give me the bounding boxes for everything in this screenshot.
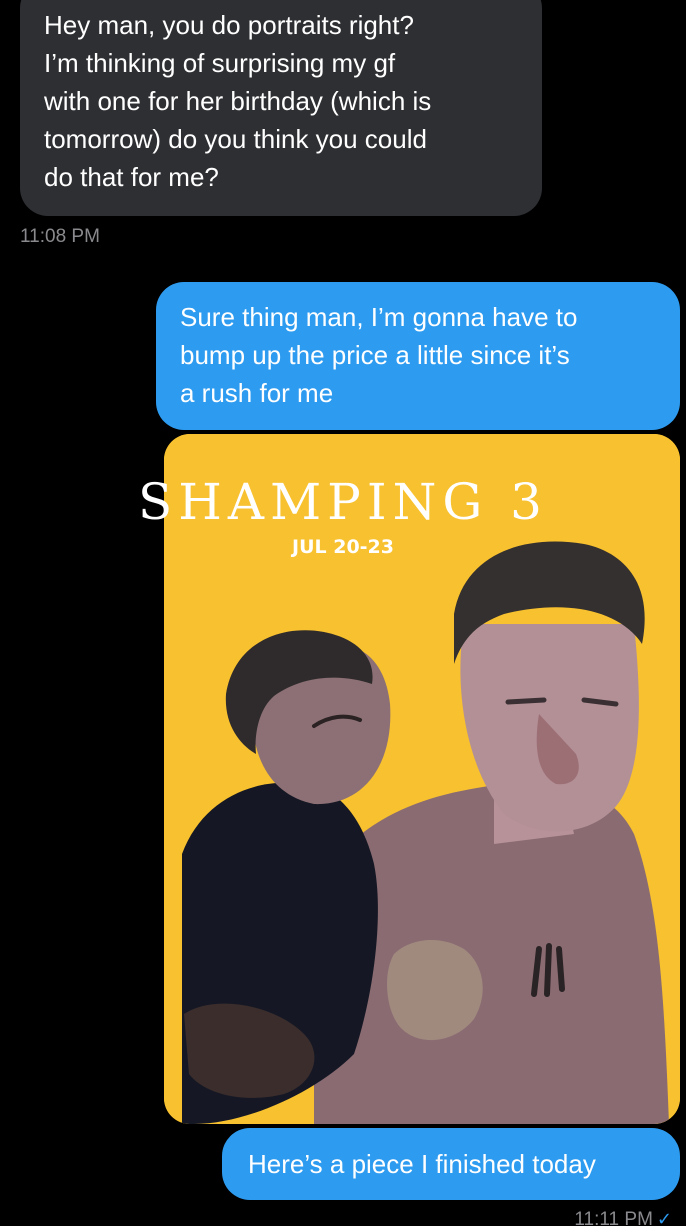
message-timestamp-row: 11:11 PM ✓ [574, 1208, 672, 1226]
message-timestamp: 11:08 PM [20, 226, 100, 247]
poster-title: SHAMPING 3 [138, 473, 548, 531]
message-timestamp: 11:11 PM [574, 1209, 653, 1226]
chat-screen: Hey man, you do portraits right? I’m thi… [0, 0, 686, 1226]
poster-date: JUL 20-23 [292, 536, 394, 558]
incoming-message-bubble[interactable]: Hey man, you do portraits right? I’m thi… [20, 0, 542, 216]
outgoing-message-bubble[interactable]: Here’s a piece I finished today [222, 1128, 680, 1200]
outgoing-message-bubble[interactable]: Sure thing man, I’m gonna have to bump u… [156, 282, 680, 430]
read-checkmark-icon: ✓ [656, 1209, 672, 1226]
